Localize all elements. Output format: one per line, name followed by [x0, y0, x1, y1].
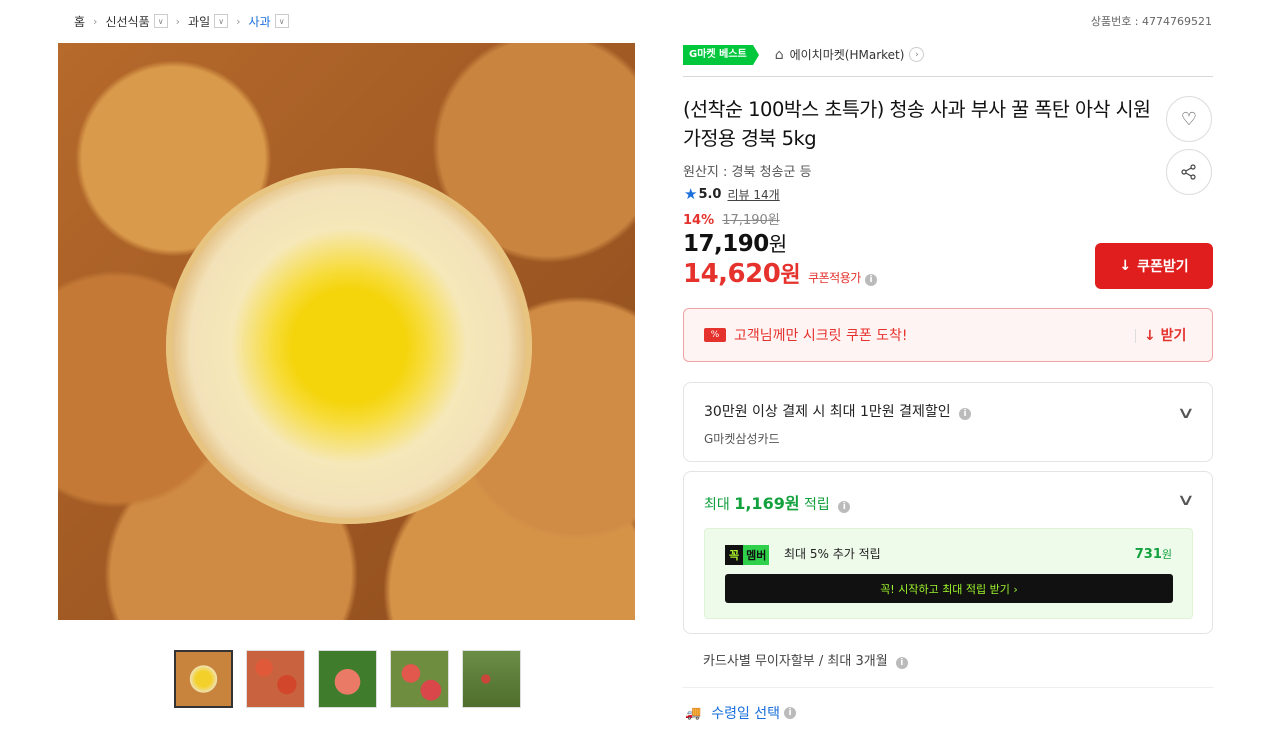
reviews-link[interactable]: 리뷰 14개 [727, 186, 779, 203]
coupon-price-amount: 14,620 [683, 259, 781, 289]
info-icon[interactable]: i [895, 657, 908, 669]
chevron-down-icon[interactable]: ∨ [214, 14, 229, 28]
chevron-right-icon: › [236, 14, 241, 28]
secret-coupon-banner[interactable]: % 고객님께만 시크릿 쿠폰 도착! ↓ 받기 [683, 308, 1213, 362]
membership-text: 최대 5% 추가 적립 [784, 547, 881, 561]
sale-price-unit: 원 [768, 232, 787, 256]
chevron-down-icon[interactable]: ∨ [1177, 403, 1196, 422]
info-icon[interactable]: i [838, 501, 851, 513]
delivery-label: 수령일 선택 [711, 706, 781, 722]
points-prefix: 최대 [704, 497, 735, 513]
points-panel[interactable]: 최대 1,169원 적립 i ∨ 꼭 멤버 최대 5% 추가 적립 731원 꼭… [683, 471, 1213, 634]
chevron-right-icon: › [175, 14, 181, 28]
thumbnail-1[interactable] [174, 650, 233, 708]
chevron-down-icon[interactable]: ∨ [1177, 490, 1196, 509]
discount-row: 14% 17,190원 [683, 209, 780, 228]
download-arrow-icon: ↓ [1144, 328, 1156, 344]
rating: ★ 5.0 리뷰 14개 [684, 185, 780, 203]
membership-amount-unit: 원 [1161, 548, 1172, 561]
apple-cut-image [166, 168, 532, 524]
thumbnail-list [174, 650, 521, 708]
points-amount: 1,169원 [734, 494, 800, 513]
product-title: (선착순 100박스 초특가) 청송 사과 부사 꿀 폭탄 아삭 시원 가정용 … [683, 98, 1151, 150]
installment-text: 카드사별 무이자할부 / 최대 3개월 [703, 654, 888, 669]
membership-amount-value: 731 [1134, 547, 1162, 562]
chevron-right-icon: › [909, 47, 925, 62]
breadcrumb-level2[interactable]: 과일 [188, 13, 210, 30]
info-icon[interactable]: i [864, 274, 877, 286]
membership-badge-label: 멤버 [743, 545, 770, 565]
membership-badge-k: 꼭 [725, 545, 744, 565]
card-discount-panel[interactable]: 30만원 이상 결제 시 최대 1만원 결제할인 i G마켓삼성카드 ∨ [683, 382, 1213, 462]
divider [1135, 329, 1136, 343]
coupon-price-label: 쿠폰적용가 [808, 271, 861, 285]
breadcrumb-level1[interactable]: 신선식품 [105, 13, 149, 30]
breadcrumb-home[interactable]: 홈 [74, 13, 85, 30]
product-main-image[interactable] [58, 43, 635, 620]
best-badge: G마켓 베스트 [683, 44, 759, 65]
chevron-down-icon[interactable]: ∨ [153, 14, 168, 28]
coupon-price: 14,620 원 쿠폰적용가 i [683, 257, 877, 289]
points-title: 최대 1,169원 적립 i [704, 490, 851, 514]
product-number: 상품번호 : 4774769521 [1090, 15, 1212, 28]
card-discount-title-text: 30만원 이상 결제 시 최대 1만원 결제할인 [704, 404, 951, 420]
thumbnail-3[interactable] [318, 650, 377, 708]
heart-icon: ♡ [1180, 108, 1198, 130]
sale-price: 17,190원 [683, 228, 787, 257]
download-arrow-icon: ↓ [1119, 258, 1132, 274]
sale-price-amount: 17,190 [683, 231, 769, 257]
info-icon[interactable]: i [959, 408, 972, 420]
truck-icon: 🚚 [685, 705, 702, 721]
chevron-right-icon: › [93, 14, 98, 28]
store-name: 에이치마켓(HMarket) [789, 48, 905, 62]
installment-info: 카드사별 무이자할부 / 최대 3개월 i [703, 650, 908, 669]
breadcrumb: 홈 › 신선식품 ∨ › 과일 ∨ › 사과 ∨ [74, 11, 289, 31]
breadcrumb-level3[interactable]: 사과 [249, 13, 271, 30]
card-discount-title: 30만원 이상 결제 시 최대 1만원 결제할인 i [704, 401, 972, 421]
divider [683, 687, 1213, 688]
origin-info: 원산지 : 경북 청송군 등 [683, 165, 812, 180]
coupon-tag-icon: % [704, 328, 726, 342]
seller-row: G마켓 베스트 ⌂ 에이치마켓(HMarket) › [683, 44, 1213, 77]
info-icon[interactable]: i [784, 707, 797, 719]
thumbnail-5[interactable] [462, 650, 521, 708]
coupon-price-unit: 원 [780, 263, 801, 288]
chevron-down-icon[interactable]: ∨ [274, 14, 289, 28]
discount-percent: 14% [683, 213, 715, 228]
get-coupon-label: 쿠폰받기 [1137, 259, 1189, 275]
points-suffix: 적립 [799, 497, 830, 513]
thumbnail-2[interactable] [246, 650, 305, 708]
thumbnail-4[interactable] [390, 650, 449, 708]
secret-coupon-text: 고객님께만 시크릿 쿠폰 도착! [734, 328, 908, 344]
delivery-date-select[interactable]: 🚚 수령일 선택 i [685, 703, 797, 723]
start-membership-button[interactable]: 꼭! 시작하고 최대 적립 받기 › [725, 574, 1173, 603]
rating-score: 5.0 [698, 186, 722, 202]
home-icon: ⌂ [774, 46, 784, 63]
wishlist-button[interactable]: ♡ [1166, 96, 1212, 142]
membership-box: 꼭 멤버 최대 5% 추가 적립 731원 꼭! 시작하고 최대 적립 받기 › [704, 528, 1193, 619]
original-price: 17,190원 [722, 213, 780, 228]
secret-coupon-action: 받기 [1160, 328, 1187, 344]
membership-amount: 731원 [1135, 546, 1172, 562]
membership-badge: 꼭 멤버 [725, 545, 770, 565]
share-button[interactable] [1166, 149, 1212, 195]
card-discount-sub: G마켓삼성카드 [704, 432, 780, 446]
store-link[interactable]: ⌂ 에이치마켓(HMarket) › [775, 46, 925, 63]
star-icon: ★ [684, 185, 698, 203]
share-icon [1181, 164, 1196, 180]
secret-coupon-get-button[interactable]: ↓ 받기 [1144, 325, 1186, 345]
get-coupon-button[interactable]: ↓ 쿠폰받기 [1095, 243, 1213, 289]
